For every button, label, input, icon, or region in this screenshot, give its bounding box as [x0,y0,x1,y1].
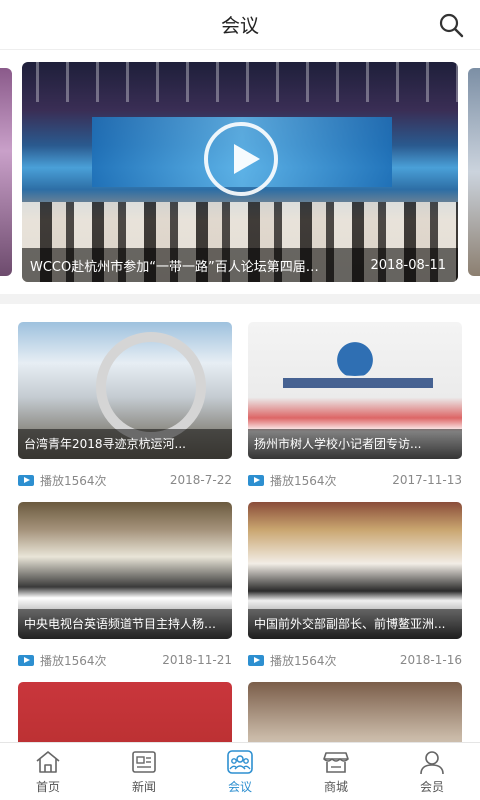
video-play-icon [18,654,34,666]
video-thumbnail[interactable]: 中央电视台英语频道节目主持人杨锐... [18,502,232,639]
video-play-icon [248,474,264,486]
banner-slide[interactable]: WCCO赴杭州市参加“一带一路”百人论坛第四届年会... 2018-08-11 [22,62,458,282]
video-card[interactable]: 扬州市树人学校小记者团专访... 播放1564次 2017-11-13 [248,322,462,491]
video-title: 中央电视台英语频道节目主持人杨锐... [18,609,232,639]
video-title: 台湾青年2018寻迹京杭运河... [18,429,232,459]
banner-text-image [283,378,433,388]
tab-meeting[interactable]: 会议 [192,743,288,800]
video-date: 2018-11-21 [162,653,232,667]
tab-member[interactable]: 会员 [384,743,480,800]
video-card[interactable]: 台湾青年2018寻迹京杭运河... 播放1564次 2018-7-22 [18,322,232,491]
play-count: 播放1564次 [270,473,337,488]
banner-carousel[interactable]: WCCO赴杭州市参加“一带一路”百人论坛第四届年会... 2018-08-11 [0,62,480,282]
banner-caption: WCCO赴杭州市参加“一带一路”百人论坛第四届年会... 2018-08-11 [22,248,458,282]
tab-label: 商城 [323,779,348,794]
video-thumbnail[interactable]: 台湾青年2018寻迹京杭运河... [18,322,232,459]
video-play-icon [248,654,264,666]
video-thumbnail[interactable]: 中国前外交部副部长、前博鳌亚洲... [248,502,462,639]
next-slide-peek[interactable] [468,68,480,276]
play-icon[interactable] [204,122,278,196]
previous-slide-peek[interactable] [0,68,12,276]
video-card[interactable]: 中国前外交部副部长、前博鳌亚洲... 播放1564次 2018-1-16 [248,502,462,671]
top-bar: 会议 [0,0,480,50]
video-meta: 播放1564次 2017-11-13 [248,469,462,491]
tab-label: 会员 [419,779,444,794]
play-count: 播放1564次 [270,653,337,668]
video-card[interactable] [248,682,462,742]
tab-shop[interactable]: 商城 [288,743,384,800]
video-card[interactable] [18,682,232,742]
video-meta: 播放1564次 2018-1-16 [248,649,462,671]
stage-lights-image [22,62,458,102]
play-count: 播放1564次 [40,473,107,488]
tab-label: 会议 [227,779,252,794]
bottom-tab-bar: 首页 新闻 会议 商城 会员 [0,742,480,800]
play-count: 播放1564次 [40,653,107,668]
tab-label: 首页 [35,779,60,794]
news-icon [132,750,156,773]
video-play-icon [18,474,34,486]
video-date: 2017-11-13 [392,473,462,487]
video-date: 2018-1-16 [399,653,462,667]
shop-icon [323,751,349,773]
tab-home[interactable]: 首页 [0,743,96,800]
video-meta: 播放1564次 2018-11-21 [18,649,232,671]
tab-news[interactable]: 新闻 [96,743,192,800]
video-title: 扬州市树人学校小记者团专访... [248,429,462,459]
video-title: 中国前外交部副部长、前博鳌亚洲... [248,609,462,639]
video-grid: 台湾青年2018寻迹京杭运河... 播放1564次 2018-7-22 扬州市树… [18,322,462,742]
search-icon[interactable] [438,12,464,38]
video-card[interactable]: 中央电视台英语频道节目主持人杨锐... 播放1564次 2018-11-21 [18,502,232,671]
video-meta: 播放1564次 2018-7-22 [18,469,232,491]
home-icon [36,750,60,773]
video-date: 2018-7-22 [169,473,232,487]
section-divider [0,294,480,304]
banner-date: 2018-08-11 [370,257,446,273]
video-thumbnail[interactable] [18,682,232,742]
wcco-logo-image [318,336,392,376]
meeting-icon [227,749,253,774]
video-thumbnail[interactable] [248,682,462,742]
page-title: 会议 [220,15,259,37]
banner-title: WCCO赴杭州市参加“一带一路”百人论坛第四届年会... [30,259,330,275]
tab-label: 新闻 [131,779,156,794]
user-icon [420,750,444,774]
video-thumbnail[interactable]: 扬州市树人学校小记者团专访... [248,322,462,459]
ring-sculpture-image [96,332,206,442]
